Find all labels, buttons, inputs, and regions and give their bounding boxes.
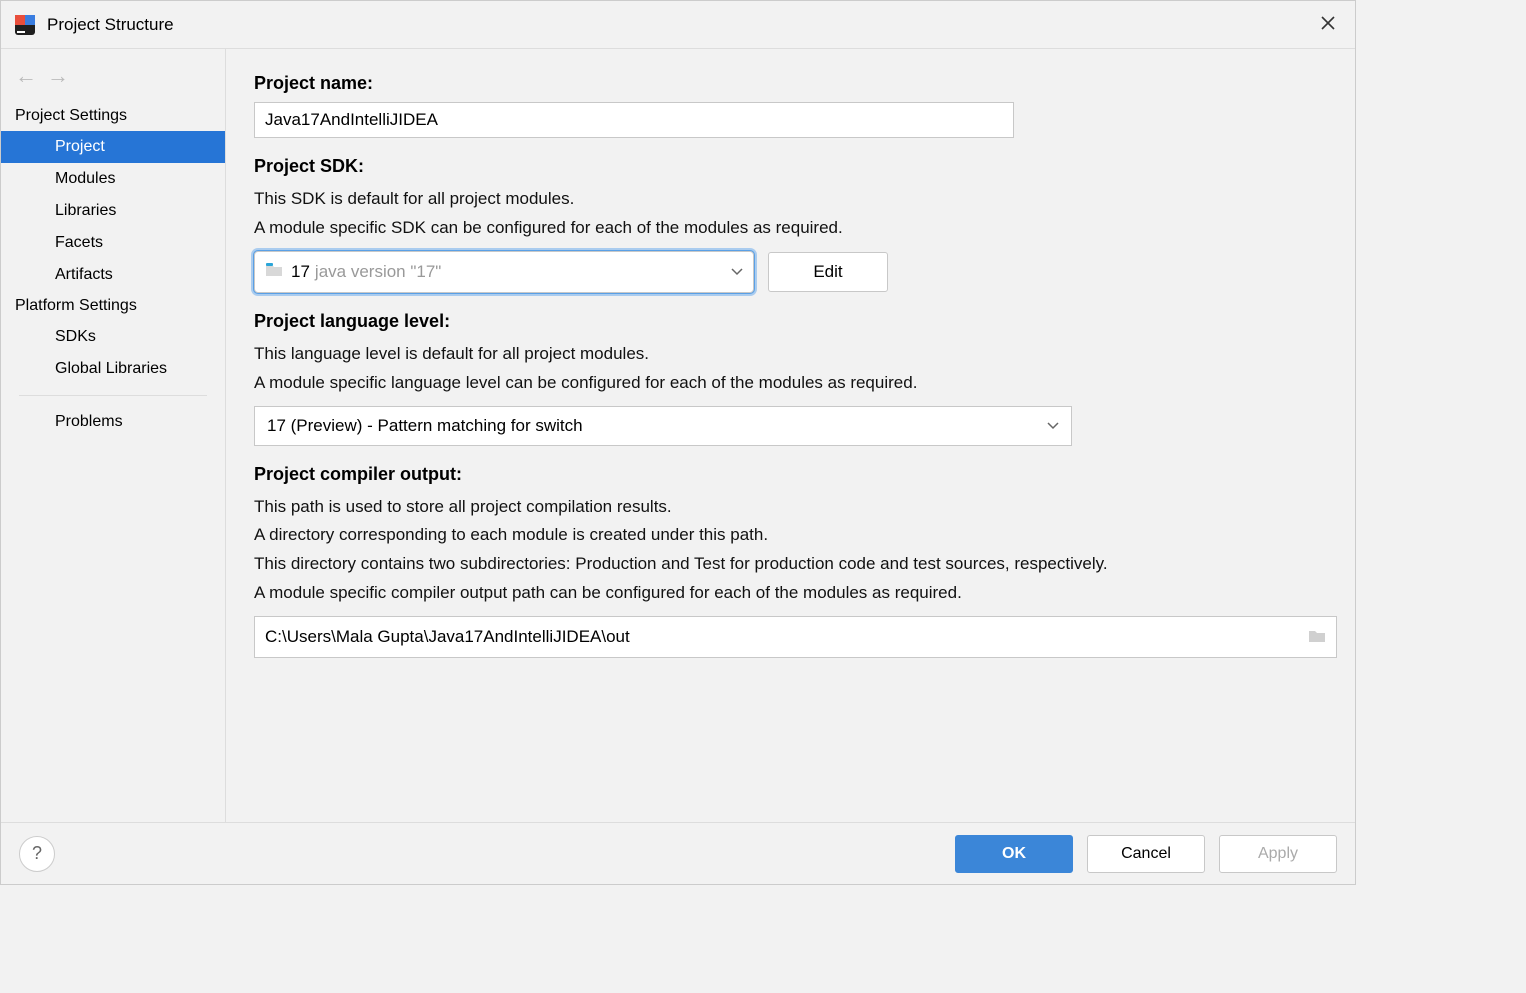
sidebar-item-label: Facets	[55, 234, 103, 251]
window-title: Project Structure	[47, 15, 1313, 35]
edit-sdk-button[interactable]: Edit	[768, 252, 888, 292]
sidebar-item-label: Modules	[55, 170, 115, 187]
cancel-button[interactable]: Cancel	[1087, 835, 1205, 873]
sidebar-item-facets[interactable]: Facets	[1, 227, 225, 259]
sidebar-divider	[19, 395, 207, 396]
language-level-label: Project language level:	[254, 311, 1327, 332]
sidebar-item-label: SDKs	[55, 328, 96, 345]
project-name-label: Project name:	[254, 73, 1327, 94]
sidebar-item-project[interactable]: Project	[1, 131, 225, 163]
sidebar-item-label: Global Libraries	[55, 360, 167, 377]
lang-desc-line1: This language level is default for all p…	[254, 344, 649, 363]
language-level-select[interactable]: 17 (Preview) - Pattern matching for swit…	[254, 406, 1072, 446]
nav-arrows: ← →	[1, 57, 225, 101]
compiler-output-label: Project compiler output:	[254, 464, 1327, 485]
sidebar-item-global-libraries[interactable]: Global Libraries	[1, 353, 225, 385]
content-area: ← → Project Settings Project Modules Lib…	[1, 49, 1355, 822]
sidebar-item-artifacts[interactable]: Artifacts	[1, 259, 225, 291]
sdk-desc-line2: A module specific SDK can be configured …	[254, 218, 843, 237]
project-sdk-label: Project SDK:	[254, 156, 1327, 177]
main-panel: Project name: Project SDK: This SDK is d…	[226, 49, 1355, 822]
project-sdk-select[interactable]: 17 java version "17"	[254, 251, 754, 293]
sidebar-item-sdks[interactable]: SDKs	[1, 321, 225, 353]
close-button[interactable]	[1313, 10, 1343, 39]
language-level-desc: This language level is default for all p…	[254, 340, 1327, 398]
footer: ? OK Cancel Apply	[1, 822, 1355, 884]
compiler-output-input[interactable]	[265, 627, 1308, 647]
sidebar-group-project-settings: Project Settings	[1, 101, 225, 131]
apply-button[interactable]: Apply	[1219, 835, 1337, 873]
sidebar-item-modules[interactable]: Modules	[1, 163, 225, 195]
sidebar-item-label: Project	[55, 138, 105, 155]
titlebar: Project Structure	[1, 1, 1355, 49]
sidebar-item-libraries[interactable]: Libraries	[1, 195, 225, 227]
sidebar-item-problems[interactable]: Problems	[1, 406, 225, 438]
project-sdk-desc: This SDK is default for all project modu…	[254, 185, 1327, 243]
chevron-down-icon	[1047, 417, 1059, 434]
ok-button[interactable]: OK	[955, 835, 1073, 873]
sdk-selected-name: 17	[291, 262, 310, 282]
sidebar-item-label: Problems	[55, 413, 123, 430]
project-name-input[interactable]	[254, 102, 1014, 138]
help-button[interactable]: ?	[19, 836, 55, 872]
chevron-down-icon	[731, 263, 743, 280]
compiler-output-desc: This path is used to store all project c…	[254, 493, 1327, 609]
nav-forward-icon[interactable]: →	[47, 63, 69, 89]
out-desc-line1: This path is used to store all project c…	[254, 497, 672, 516]
sdk-selected-version: java version "17"	[315, 262, 731, 282]
out-desc-line2: A directory corresponding to each module…	[254, 525, 768, 544]
project-structure-window: Project Structure ← → Project Settings P…	[0, 0, 1356, 885]
sidebar: ← → Project Settings Project Modules Lib…	[1, 49, 226, 822]
out-desc-line4: A module specific compiler output path c…	[254, 583, 962, 602]
help-icon: ?	[32, 843, 42, 864]
sidebar-item-label: Libraries	[55, 202, 116, 219]
sidebar-item-label: Artifacts	[55, 266, 113, 283]
sdk-desc-line1: This SDK is default for all project modu…	[254, 189, 574, 208]
sidebar-group-platform-settings: Platform Settings	[1, 291, 225, 321]
intellij-icon	[13, 13, 37, 37]
browse-folder-icon[interactable]	[1308, 628, 1326, 647]
compiler-output-field-wrap	[254, 616, 1337, 658]
language-level-selected: 17 (Preview) - Pattern matching for swit…	[267, 416, 1047, 436]
out-desc-line3: This directory contains two subdirectori…	[254, 554, 1108, 573]
nav-back-icon[interactable]: ←	[15, 63, 37, 89]
lang-desc-line2: A module specific language level can be …	[254, 373, 917, 392]
sdk-folder-icon	[265, 262, 283, 281]
